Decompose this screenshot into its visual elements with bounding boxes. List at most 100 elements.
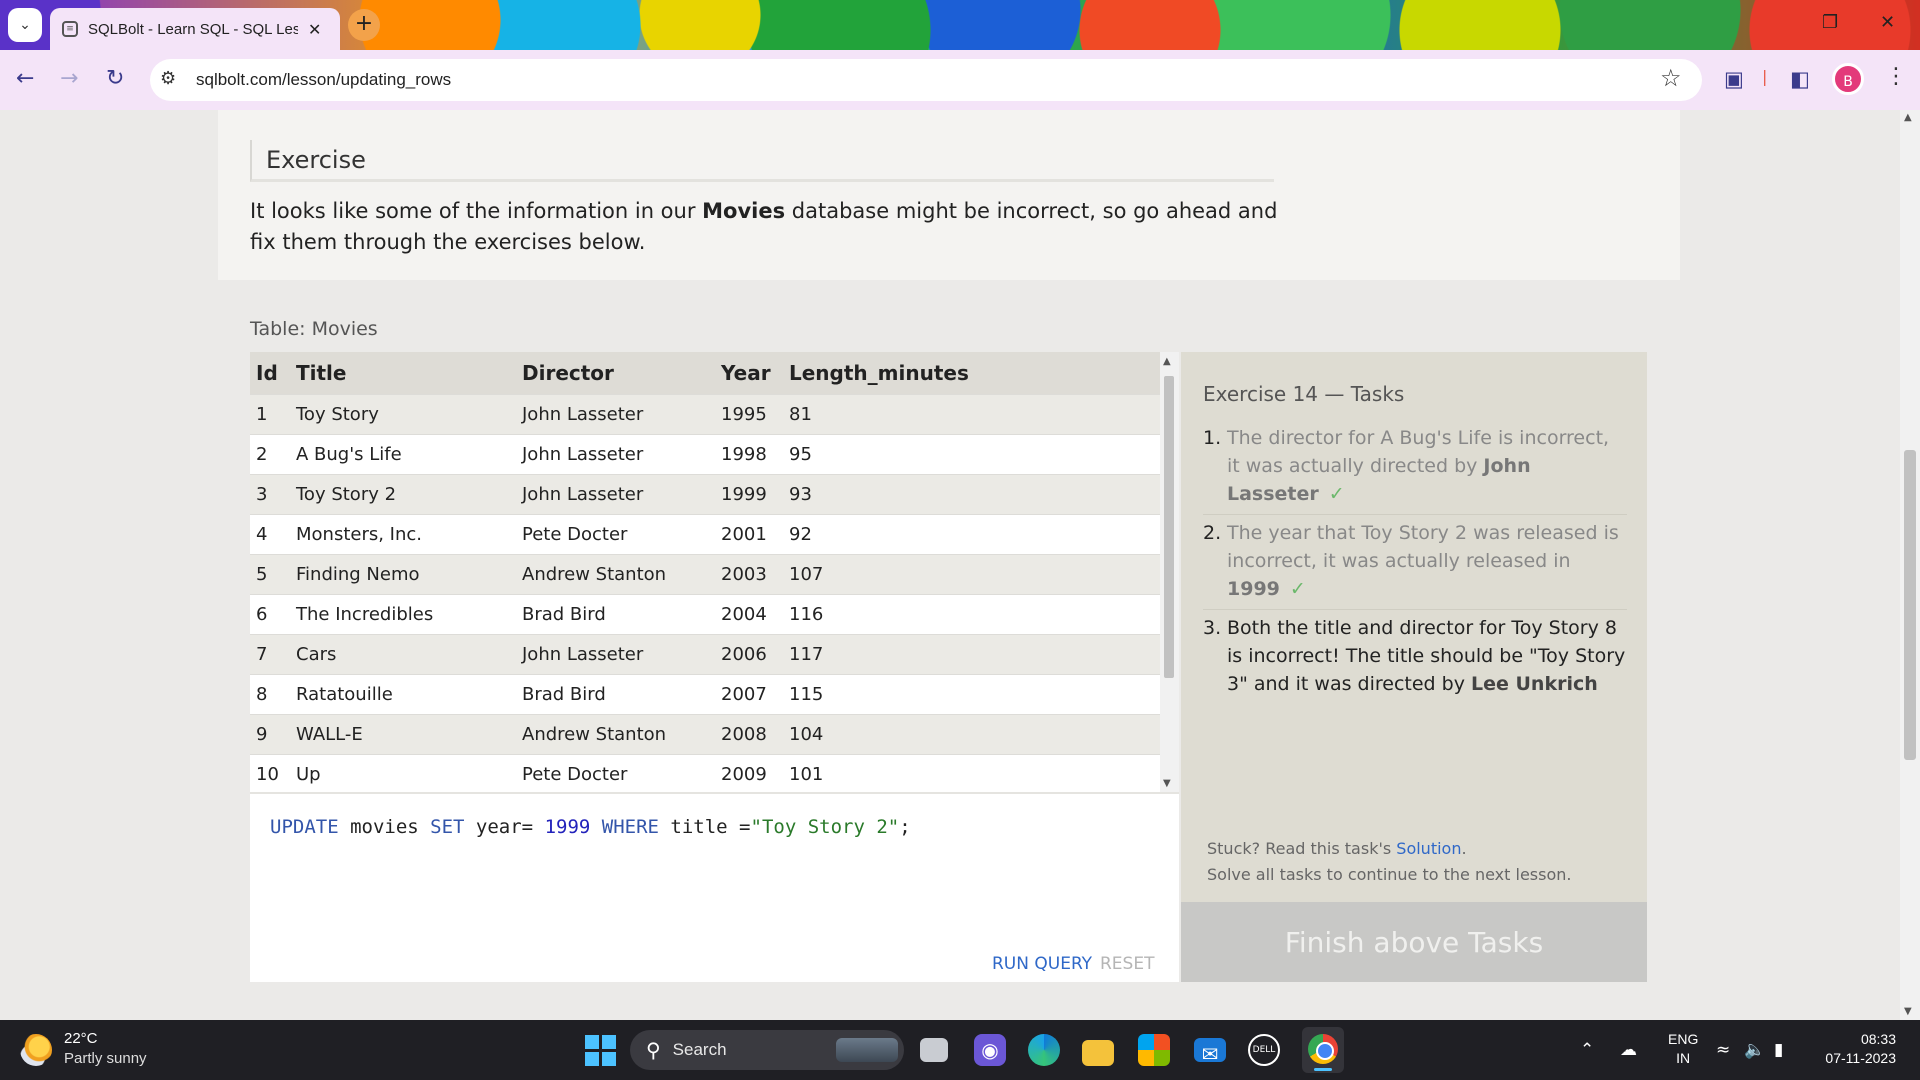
task-number: 2. (1203, 522, 1222, 544)
table-row: 5 Finding Nemo Andrew Stanton 2003 107 (250, 553, 1160, 594)
volume-icon[interactable]: 🔈 (1744, 1040, 1765, 1060)
table-cell: 10 (250, 753, 290, 792)
task-answer: 1999 (1227, 578, 1280, 600)
wifi-icon[interactable]: ≈ (1716, 1040, 1730, 1060)
reload-icon[interactable]: ↻ (106, 66, 124, 91)
address-bar[interactable]: sqlbolt.com/lesson/updating_rows (150, 59, 1702, 101)
sql-token: ; (899, 816, 911, 838)
close-tab-icon[interactable]: ✕ (308, 20, 321, 39)
taskbar-search[interactable]: ⚲ Search (630, 1030, 904, 1070)
microsoft-store-icon[interactable] (1138, 1034, 1170, 1066)
table-cell: 2006 (715, 633, 783, 674)
page-scrollbar-thumb[interactable] (1904, 450, 1916, 760)
table-scrollbar-thumb[interactable] (1164, 376, 1174, 678)
task-number: 3. (1203, 617, 1222, 639)
sql-token: SET (430, 816, 465, 838)
url-text[interactable]: sqlbolt.com/lesson/updating_rows (196, 70, 451, 90)
close-window-icon[interactable]: ✕ (1880, 12, 1895, 33)
table-cell: 1998 (715, 433, 783, 474)
battery-icon[interactable]: ▮ (1774, 1040, 1783, 1060)
more-menu-icon[interactable]: ⋮ (1885, 64, 1907, 89)
lesson-content: Exercise It looks like some of the infor… (218, 110, 1680, 1020)
side-panel-icon[interactable]: ◧ (1790, 67, 1810, 91)
chrome-icon[interactable] (1308, 1034, 1338, 1064)
tab-search-menu-button[interactable]: ⌄ (8, 8, 42, 42)
system-clock[interactable]: 08:33 07-11-2023 (1816, 1030, 1896, 1068)
table-cell: 2008 (715, 713, 783, 754)
page-scroll-up-icon[interactable]: ▲ (1904, 112, 1912, 123)
table-cell: Toy Story 2 (290, 473, 516, 514)
checkmark-icon: ✓ (1289, 578, 1306, 600)
run-query-button[interactable]: RUN QUERY (992, 954, 1092, 974)
table-cell: Pete Docter (516, 753, 715, 792)
sql-token: WHERE (601, 816, 659, 838)
intro-text: It looks like some of the information in… (250, 199, 703, 223)
table-cell: 104 (783, 713, 1160, 754)
solution-link[interactable]: Solution (1396, 839, 1461, 858)
extensions-puzzle-icon[interactable]: ▣ (1724, 67, 1744, 91)
bookmark-star-icon[interactable]: ☆ (1660, 64, 1682, 92)
browser-tab-active[interactable]: ≡ SQLBolt - Learn SQL - SQL Less ✕ (50, 8, 340, 50)
page-viewport: Exercise It looks like some of the infor… (0, 110, 1920, 1020)
back-arrow-icon[interactable]: ← (16, 66, 34, 91)
table-cell: Toy Story (290, 393, 516, 434)
results-table-container[interactable]: Id Title Director Year Length_minutes 1 Toy S… (250, 352, 1179, 792)
table-row: 6 The Incredibles Brad Bird 2004 116 (250, 593, 1160, 634)
table-cell: Monsters, Inc. (290, 513, 516, 554)
column-header: Id (250, 352, 290, 394)
sql-editor[interactable]: UPDATE movies SET year= 1999 WHERE title… (250, 792, 1179, 982)
task-item: 2. The year that Toy Story 2 was released… (1203, 515, 1627, 610)
database-favicon-icon: ≡ (62, 21, 78, 37)
scroll-down-arrow-icon[interactable]: ▼ (1163, 778, 1171, 789)
table-cell: WALL-E (290, 713, 516, 754)
page-scroll-down-icon[interactable]: ▼ (1904, 1006, 1912, 1017)
toolbar-divider: | (1762, 67, 1768, 86)
file-explorer-icon[interactable] (1082, 1040, 1114, 1066)
mail-icon[interactable]: ✉ (1194, 1038, 1226, 1066)
language-indicator[interactable]: ENG IN (1668, 1030, 1698, 1068)
partly-sunny-icon[interactable] (20, 1034, 52, 1066)
table-row: 7 Cars John Lasseter 2006 117 (250, 633, 1160, 674)
task-answer: Lee Unkrich (1471, 673, 1598, 695)
profile-avatar[interactable]: B (1832, 63, 1864, 95)
weather-description[interactable]: Partly sunny (64, 1050, 147, 1067)
active-app-indicator (1314, 1068, 1332, 1071)
exercise-heading-text: Exercise (266, 146, 366, 174)
scroll-up-arrow-icon[interactable]: ▲ (1163, 356, 1171, 367)
table-cell: 95 (783, 433, 1160, 474)
edge-browser-icon[interactable] (1028, 1034, 1060, 1066)
table-row: 10 Up Pete Docter 2009 101 (250, 753, 1160, 792)
table-cell: 5 (250, 553, 290, 594)
sql-token: title = (658, 816, 751, 838)
table-cell: John Lasseter (516, 633, 715, 674)
weather-temperature[interactable]: 22°C (64, 1030, 98, 1047)
table-cell: 1 (250, 393, 290, 434)
teams-chat-icon[interactable]: ◉ (974, 1034, 1006, 1066)
table-cell: John Lasseter (516, 473, 715, 514)
site-settings-icon[interactable]: ⚙ (160, 68, 176, 89)
table-cell: 3 (250, 473, 290, 514)
sql-query-text[interactable]: UPDATE movies SET year= 1999 WHERE title… (270, 816, 911, 838)
task-view-icon[interactable] (920, 1038, 948, 1062)
table-cell: 9 (250, 713, 290, 754)
search-icon: ⚲ (646, 1038, 661, 1062)
reset-button[interactable]: RESET (1100, 954, 1154, 974)
stuck-text: Stuck? Read this task's (1207, 839, 1397, 858)
finish-tasks-button[interactable]: Finish above Tasks (1181, 902, 1647, 982)
results-table: Id Title Director Year Length_minutes 1 Toy S… (250, 352, 1160, 792)
clock-time: 08:33 (1860, 1031, 1896, 1047)
show-hidden-icons-chevron-icon[interactable]: ⌃ (1580, 1040, 1594, 1060)
forward-arrow-icon[interactable]: → (60, 66, 78, 91)
column-header: Year (715, 352, 783, 394)
windows-start-icon[interactable] (584, 1034, 616, 1066)
onedrive-cloud-icon[interactable]: ☁ (1620, 1040, 1637, 1060)
clock-date: 07-11-2023 (1825, 1050, 1896, 1066)
table-cell: 115 (783, 673, 1160, 714)
dell-icon[interactable]: DELL (1248, 1034, 1280, 1066)
column-header: Director (516, 352, 715, 394)
new-tab-button[interactable]: + (348, 9, 380, 41)
sql-token: "Toy Story 2" (750, 816, 900, 838)
restore-window-icon[interactable]: ❐ (1822, 12, 1838, 33)
table-cell: 4 (250, 513, 290, 554)
